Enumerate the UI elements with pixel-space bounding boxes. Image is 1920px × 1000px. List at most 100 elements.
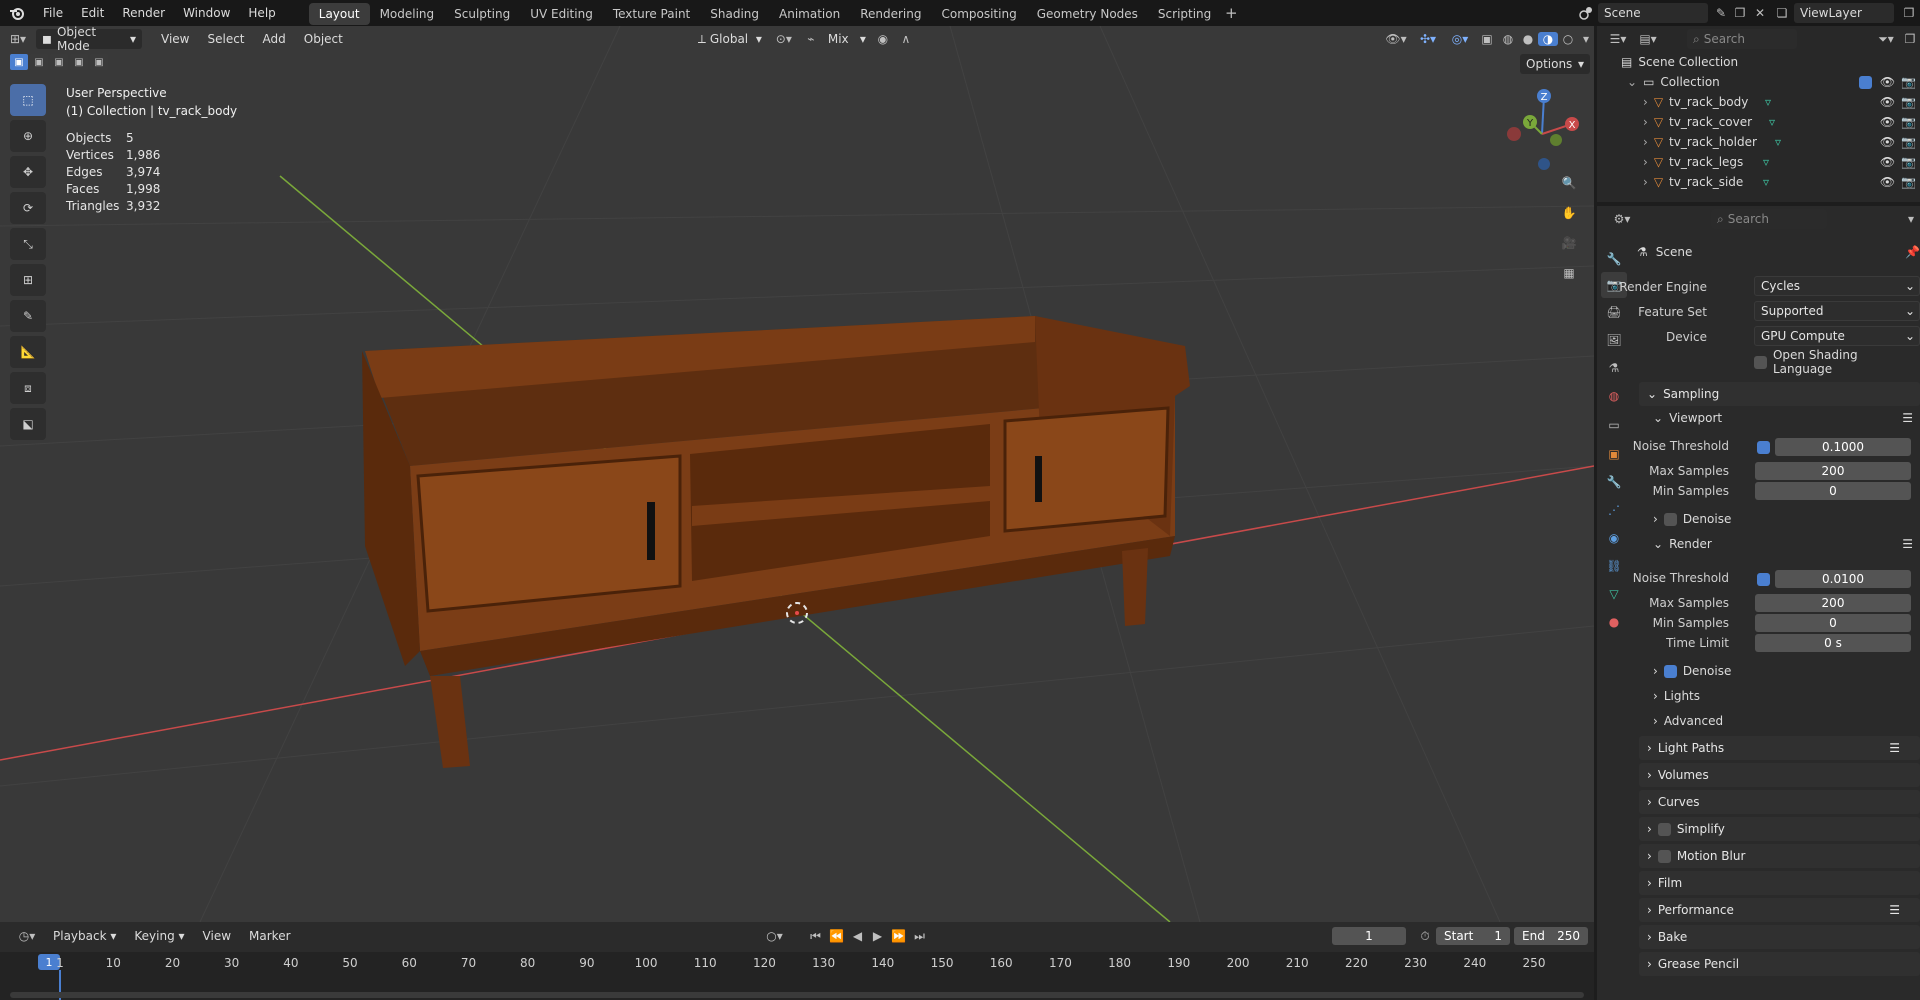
tab-compositing[interactable]: Compositing <box>931 3 1026 25</box>
view-layer-selector[interactable]: ViewLayer <box>1794 3 1894 23</box>
pin-icon[interactable]: 📌 <box>1905 245 1920 259</box>
tab-shading[interactable]: Shading <box>700 3 769 25</box>
options-button[interactable]: Options ▾ <box>1520 54 1590 74</box>
timeline-menu-marker[interactable]: Marker <box>240 923 299 949</box>
viewport-noise-threshold-checkbox[interactable] <box>1757 441 1770 454</box>
shading-rendered-icon[interactable]: ○ <box>1558 32 1578 46</box>
time-limit-field[interactable]: 0 s <box>1755 634 1911 652</box>
navigation-gizmo[interactable]: Z X Y <box>1500 86 1580 176</box>
play-reverse-icon[interactable]: ◀ <box>848 929 868 943</box>
tab-uv-editing[interactable]: UV Editing <box>520 3 603 25</box>
physics-tab-icon[interactable]: ◉ <box>1601 524 1627 552</box>
render-camera-icon[interactable]: 📷 <box>1901 115 1916 129</box>
render-camera-icon[interactable]: 📷 <box>1901 135 1916 149</box>
stopwatch-icon[interactable]: ⏱ <box>1414 929 1436 944</box>
visibility-eye-icon[interactable]: 👁 <box>1880 75 1895 89</box>
performance-panel-header[interactable]: › Performance ☰ <box>1639 898 1920 922</box>
tab-texture-paint[interactable]: Texture Paint <box>603 3 700 25</box>
menu-render[interactable]: Render <box>113 0 174 26</box>
simplify-checkbox[interactable] <box>1657 822 1671 836</box>
scene-icon[interactable] <box>1574 6 1598 20</box>
outliner-item-tv-rack-cover[interactable]: › ▽ tv_rack_cover ▿ 👁 📷 <box>1597 112 1920 132</box>
start-frame-field[interactable]: Start 1 <box>1436 927 1510 945</box>
feature-set-select[interactable]: Supported ⌄ <box>1754 301 1920 321</box>
shading-material-icon[interactable]: ◑ <box>1538 32 1558 46</box>
modifier-tab-icon[interactable]: 🔧 <box>1601 468 1627 496</box>
jump-end-icon[interactable]: ⏭ <box>910 929 930 944</box>
render-noise-threshold-checkbox[interactable] <box>1757 573 1770 586</box>
motion-blur-panel-header[interactable]: › Motion Blur <box>1639 844 1920 868</box>
jump-start-icon[interactable]: ⏮ <box>806 929 826 944</box>
render-engine-select[interactable]: Cycles ⌄ <box>1754 276 1920 296</box>
select-new-icon[interactable]: ▣ <box>10 54 28 70</box>
presets-list-icon[interactable]: ☰ <box>1902 537 1913 551</box>
transform-orientation-selector[interactable]: ⟂ Global ▾ <box>692 29 768 49</box>
outliner-item-tv-rack-legs[interactable]: › ▽ tv_rack_legs ▿ 👁 📷 <box>1597 152 1920 172</box>
tab-layout[interactable]: Layout <box>308 2 370 25</box>
annotate-tool-icon[interactable]: ✎ <box>10 300 46 332</box>
pan-hand-icon[interactable]: ✋ <box>1556 200 1582 226</box>
auto-keying-icon[interactable]: ○▾ <box>760 929 790 943</box>
tool-tab-icon[interactable]: 🔧 <box>1601 246 1627 272</box>
timeline-menu-playback[interactable]: Playback ▾ <box>44 923 125 949</box>
snap-icon[interactable]: ⌁ <box>800 32 822 46</box>
presets-list-icon[interactable]: ☰ <box>1889 903 1900 917</box>
select-box-tool-icon[interactable]: ⬚ <box>10 84 46 116</box>
gizmo-toggle-icon[interactable]: ✣▾ <box>1412 32 1444 46</box>
blender-logo-icon[interactable] <box>0 0 34 26</box>
expand-chevron-icon[interactable]: › <box>1643 115 1648 129</box>
timeline-ruler[interactable]: 1 1 10 20 30 40 50 60 70 80 90 100 110 120 130 140 150 1… <box>0 952 1594 1000</box>
falloff-icon[interactable]: ∧ <box>894 32 918 46</box>
jump-prev-keyframe-icon[interactable]: ⏪ <box>826 929 848 943</box>
outliner-editor-type-icon[interactable]: ☰▾ <box>1603 32 1633 46</box>
film-panel-header[interactable]: › Film <box>1639 871 1920 895</box>
zoom-icon[interactable]: 🔍 <box>1556 170 1582 196</box>
properties-search-input[interactable]: ⌕ Search <box>1711 209 1827 229</box>
grease-pencil-panel-header[interactable]: › Grease Pencil <box>1639 952 1920 976</box>
world-tab-icon[interactable]: ◍ <box>1601 382 1627 410</box>
scale-tool-icon[interactable]: ⤡ <box>10 228 46 260</box>
snap-target-selector[interactable]: Mix ▾ <box>822 29 872 49</box>
expand-chevron-icon[interactable]: › <box>1643 135 1648 149</box>
light-paths-panel-header[interactable]: › Light Paths ☰ <box>1639 736 1920 760</box>
collection-tab-icon[interactable]: ▭ <box>1601 410 1627 440</box>
menu-help[interactable]: Help <box>239 0 284 26</box>
object-tab-icon[interactable]: ▣ <box>1601 440 1627 468</box>
particles-tab-icon[interactable]: ⋰ <box>1601 496 1627 524</box>
motion-blur-checkbox[interactable] <box>1657 849 1671 863</box>
viewport-noise-threshold-field[interactable]: 0.1000 <box>1775 438 1911 456</box>
view-layer-icon[interactable]: ❏ <box>1770 6 1794 20</box>
add-primitive-tool-icon[interactable]: ⬕ <box>10 408 46 440</box>
timeline-editor-type-icon[interactable]: ◷▾ <box>10 929 44 943</box>
tab-modeling[interactable]: Modeling <box>370 3 445 25</box>
simplify-panel-header[interactable]: › Simplify <box>1639 817 1920 841</box>
render-camera-icon[interactable]: 📷 <box>1901 155 1916 169</box>
outliner-item-tv-rack-body[interactable]: › ▽ tv_rack_body ▿ 👁 📷 <box>1597 92 1920 112</box>
move-tool-icon[interactable]: ✥ <box>10 156 46 188</box>
proportional-editing-icon[interactable]: ◉ <box>872 32 894 46</box>
menu-window[interactable]: Window <box>174 0 239 26</box>
data-tab-icon[interactable]: ▽ <box>1601 580 1627 608</box>
tab-rendering[interactable]: Rendering <box>850 3 931 25</box>
curves-panel-header[interactable]: › Curves <box>1639 790 1920 814</box>
play-icon[interactable]: ▶ <box>868 929 888 943</box>
select-extend-icon[interactable]: ▣ <box>30 54 48 70</box>
tab-geometry-nodes[interactable]: Geometry Nodes <box>1027 3 1148 25</box>
material-tab-icon[interactable]: ● <box>1601 608 1627 636</box>
render-noise-threshold-field[interactable]: 0.0100 <box>1775 570 1911 588</box>
sampling-panel-header[interactable]: ⌄ Sampling <box>1639 382 1920 406</box>
timeline-scrollbar[interactable] <box>10 992 1584 998</box>
outliner-scene-collection[interactable]: ▤ Scene Collection <box>1597 52 1920 72</box>
visibility-eye-icon[interactable]: 👁 <box>1880 175 1895 189</box>
viewport-menu-object[interactable]: Object <box>295 26 352 52</box>
filter-icon[interactable]: ⏷▾ <box>1872 32 1900 47</box>
select-invert-icon[interactable]: ▣ <box>70 54 88 70</box>
outliner-search-input[interactable]: ⌕ Search <box>1687 29 1797 49</box>
expand-chevron-icon[interactable]: › <box>1643 155 1648 169</box>
3d-viewport[interactable]: ⊞▾ ◼ Object Mode ▾ View Select Add Objec… <box>0 26 1594 922</box>
remove-scene-icon[interactable]: ✕ <box>1750 6 1770 20</box>
select-subtract-icon[interactable]: ▣ <box>50 54 68 70</box>
render-camera-icon[interactable]: 📷 <box>1901 175 1916 189</box>
visibility-eye-icon[interactable]: 👁 <box>1880 155 1895 169</box>
ortho-grid-icon[interactable]: ▦ <box>1556 260 1582 286</box>
